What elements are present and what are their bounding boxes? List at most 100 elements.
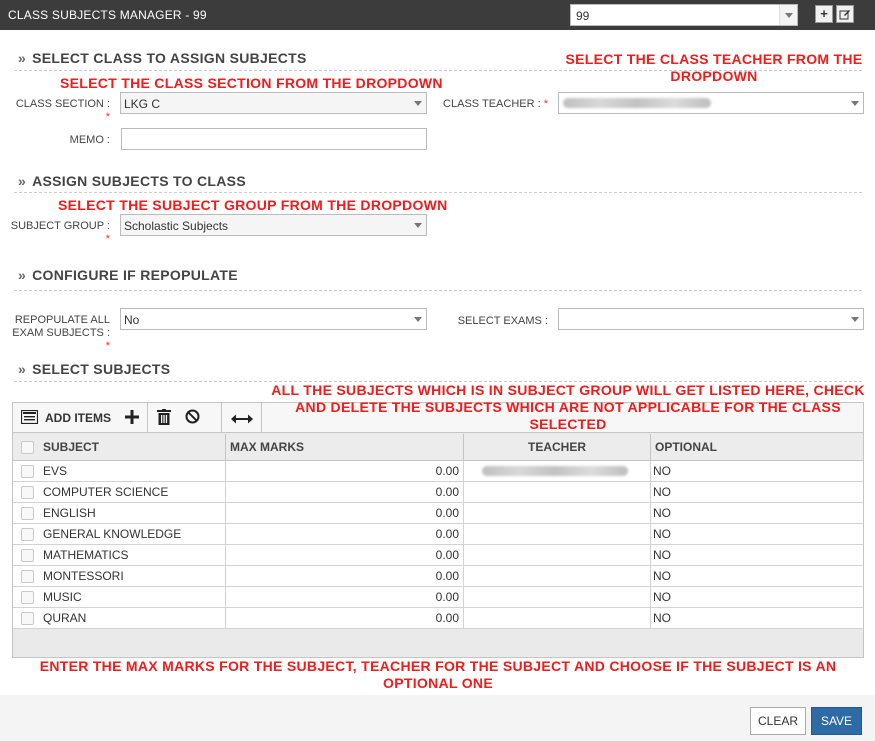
section-select-subjects: » SELECT SUBJECTS (18, 361, 171, 377)
toolbar-separator (221, 403, 222, 433)
column-header-max-marks[interactable]: MAX MARKS (226, 434, 464, 461)
table-row[interactable]: ENGLISH 0.00 NO (13, 503, 863, 524)
cancel-button[interactable] (185, 407, 201, 429)
title-bar: CLASS SUBJECTS MANAGER - 99 99 + (0, 0, 875, 30)
cell-optional[interactable]: NO (651, 524, 863, 544)
section-divider (14, 290, 862, 291)
cell-max-marks[interactable]: 0.00 (226, 545, 464, 565)
table-row[interactable]: MATHEMATICS 0.00 NO (13, 545, 863, 566)
subjects-grid: ADD ITEMS SUBJECT MAX MARKS TEACHER OPTI… (12, 402, 864, 658)
column-header-subject[interactable]: SUBJECT (39, 434, 226, 461)
record-combo[interactable]: 99 (570, 4, 798, 26)
annotation-subject-group: SELECT THE SUBJECT GROUP FROM THE DROPDO… (58, 197, 448, 213)
cell-teacher[interactable] (464, 545, 651, 565)
save-button[interactable]: SAVE (811, 707, 862, 735)
row-checkbox[interactable] (21, 570, 34, 583)
cell-optional[interactable]: NO (651, 545, 863, 565)
double-chevron-icon: » (18, 267, 27, 283)
class-teacher-label: CLASS TEACHER : * (443, 98, 548, 110)
table-row[interactable]: QURAN 0.00 NO (13, 608, 863, 629)
annotation-subjects-list: ALL THE SUBJECTS WHICH IS IN SUBJECT GRO… (271, 382, 865, 432)
table-row[interactable]: EVS 0.00 NO (13, 461, 863, 482)
cell-max-marks[interactable]: 0.00 (226, 461, 464, 481)
cell-max-marks[interactable]: 0.00 (226, 482, 464, 502)
cell-subject: EVS (39, 461, 226, 481)
chevron-down-icon[interactable] (410, 309, 426, 329)
horizontal-arrows-icon (231, 414, 253, 424)
cell-teacher[interactable] (464, 503, 651, 523)
class-teacher-select[interactable] (558, 92, 864, 114)
row-checkbox[interactable] (21, 528, 34, 541)
row-checkbox[interactable] (21, 465, 34, 478)
row-checkbox[interactable] (21, 486, 34, 499)
cell-subject: MONTESSORI (39, 566, 226, 586)
annotation-class-teacher: SELECT THE CLASS TEACHER FROM THE DROPDO… (565, 51, 863, 84)
subject-group-label: SUBJECT GROUP : * (10, 220, 110, 245)
cell-optional[interactable]: NO (651, 503, 863, 523)
chevron-down-icon[interactable] (779, 5, 797, 25)
row-checkbox[interactable] (21, 591, 34, 604)
cell-teacher[interactable] (464, 566, 651, 586)
cell-subject: ENGLISH (39, 503, 226, 523)
row-checkbox[interactable] (21, 507, 34, 520)
cell-teacher[interactable] (464, 482, 651, 502)
toolbar-separator (147, 403, 148, 433)
cell-optional[interactable]: NO (651, 461, 863, 481)
cell-optional[interactable]: NO (651, 587, 863, 607)
select-exams-label: SELECT EXAMS : (457, 315, 548, 327)
table-row[interactable]: GENERAL KNOWLEDGE 0.00 NO (13, 524, 863, 545)
row-checkbox[interactable] (21, 549, 34, 562)
trash-icon (157, 409, 171, 425)
chevron-down-icon[interactable] (847, 309, 863, 329)
section-divider (14, 192, 862, 193)
double-chevron-icon: » (18, 50, 27, 66)
column-header-teacher[interactable]: TEACHER (464, 434, 651, 461)
repopulate-select[interactable]: No (120, 308, 427, 330)
memo-label: MEMO : (69, 134, 110, 146)
select-all-checkbox[interactable] (21, 441, 34, 454)
edit-record-icon[interactable] (836, 5, 854, 23)
blurred-teacher-name (563, 98, 711, 108)
memo-input[interactable] (121, 128, 427, 150)
resize-columns-button[interactable] (231, 407, 253, 429)
chevron-down-icon[interactable] (847, 93, 863, 113)
cell-max-marks[interactable]: 0.00 (226, 608, 464, 628)
blurred-teacher-name (482, 466, 628, 476)
row-checkbox[interactable] (21, 612, 34, 625)
grid-header: SUBJECT MAX MARKS TEACHER OPTIONAL (13, 434, 863, 461)
cell-max-marks[interactable]: 0.00 (226, 503, 464, 523)
plus-icon (125, 410, 139, 424)
cell-max-marks[interactable]: 0.00 (226, 566, 464, 586)
cell-teacher[interactable] (464, 608, 651, 628)
cell-optional[interactable]: NO (651, 608, 863, 628)
cell-optional[interactable]: NO (651, 482, 863, 502)
column-header-optional[interactable]: OPTIONAL (651, 434, 863, 461)
cell-teacher[interactable] (464, 587, 651, 607)
add-items-button[interactable]: ADD ITEMS (21, 407, 143, 429)
annotation-max-marks: ENTER THE MAX MARKS FOR THE SUBJECT, TEA… (39, 658, 837, 691)
chevron-down-icon[interactable] (410, 93, 426, 113)
delete-button[interactable] (157, 407, 173, 429)
subject-group-select[interactable]: Scholastic Subjects (120, 214, 427, 236)
cell-max-marks[interactable]: 0.00 (226, 587, 464, 607)
class-section-select[interactable]: LKG C (120, 92, 427, 114)
record-combo-value: 99 (576, 9, 590, 23)
table-row[interactable]: MUSIC 0.00 NO (13, 587, 863, 608)
section-select-class: » SELECT CLASS TO ASSIGN SUBJECTS (18, 50, 307, 66)
table-row[interactable]: COMPUTER SCIENCE 0.00 NO (13, 482, 863, 503)
cell-teacher[interactable] (464, 524, 651, 544)
cell-max-marks[interactable]: 0.00 (226, 524, 464, 544)
cell-subject: QURAN (39, 608, 226, 628)
chevron-down-icon[interactable] (410, 215, 426, 235)
clear-button[interactable]: CLEAR (750, 707, 806, 735)
annotation-class-section: SELECT THE CLASS SECTION FROM THE DROPDO… (60, 75, 443, 91)
select-exams-select[interactable] (558, 308, 864, 330)
cell-subject: MUSIC (39, 587, 226, 607)
table-row[interactable]: MONTESSORI 0.00 NO (13, 566, 863, 587)
add-record-icon[interactable]: + (815, 5, 833, 23)
cell-optional[interactable]: NO (651, 566, 863, 586)
footer-bar: CLEAR SAVE (0, 695, 875, 741)
section-assign-subjects: » ASSIGN SUBJECTS TO CLASS (18, 173, 246, 189)
cell-subject: COMPUTER SCIENCE (39, 482, 226, 502)
cell-teacher[interactable] (464, 461, 651, 481)
